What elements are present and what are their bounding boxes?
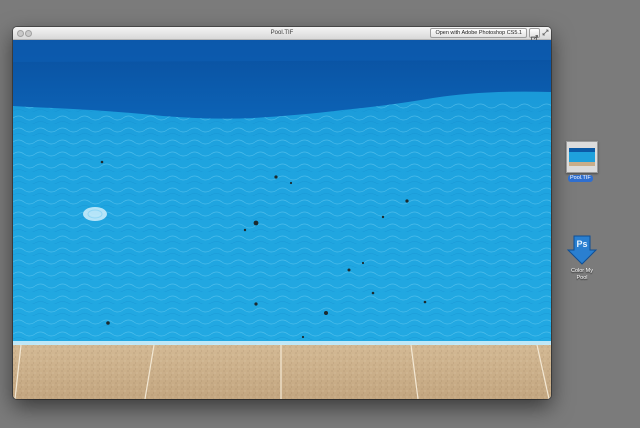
desktop-droplet-color-my-pool[interactable]: Ps Color My Pool <box>562 234 602 284</box>
fullscreen-icon[interactable] <box>542 29 549 36</box>
desktop-file-pool[interactable]: Pool.TIF <box>560 141 602 183</box>
photoshop-droplet-icon: Ps <box>566 235 598 265</box>
pool-photo <box>13 40 551 399</box>
droplet-label-line2: Pool <box>576 274 588 281</box>
droplet-label-line1: Color My <box>570 268 593 274</box>
file-label: Pool.TIF <box>568 175 593 182</box>
preview-area <box>13 40 551 399</box>
quicklook-window: Pool.TIF Open with Adobe Photoshop CS5.1 <box>13 27 551 399</box>
share-button[interactable] <box>529 28 540 42</box>
droplet-badge: Ps <box>576 239 587 249</box>
droplet-label: Color My Pool <box>562 268 602 281</box>
file-thumbnail-icon <box>566 141 598 173</box>
title-bar[interactable]: Pool.TIF Open with Adobe Photoshop CS5.1 <box>13 27 551 42</box>
open-with-button[interactable]: Open with Adobe Photoshop CS5.1 <box>430 28 527 38</box>
